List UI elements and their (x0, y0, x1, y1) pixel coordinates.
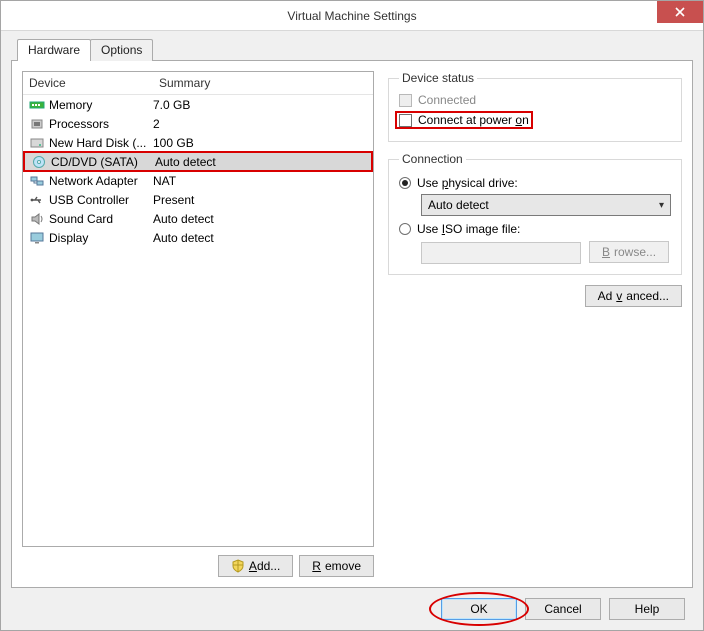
settings-window: Virtual Machine Settings Hardware Option… (0, 0, 704, 631)
remove-button[interactable]: Remove (299, 555, 374, 577)
device-row-usb[interactable]: USB Controller Present (23, 190, 373, 209)
add-label-rest: dd... (257, 559, 280, 573)
connected-label: Connected (418, 93, 476, 107)
advanced-row: Advanced... (388, 285, 682, 307)
usb-icon (29, 193, 45, 207)
dialog-body: Hardware Options Device Summary Memory 7… (1, 31, 703, 630)
device-status-legend: Device status (399, 71, 477, 85)
advanced-button[interactable]: Advanced... (585, 285, 682, 307)
device-name: New Hard Disk (... (49, 136, 153, 150)
iso-path-input (421, 242, 581, 264)
device-list-header: Device Summary (23, 72, 373, 95)
chevron-down-icon: ▾ (659, 200, 664, 211)
browse-button: Browse... (589, 241, 669, 263)
device-summary: 7.0 GB (153, 98, 369, 112)
device-summary: Auto detect (155, 155, 367, 169)
device-summary: 100 GB (153, 136, 369, 150)
device-row-cddvd[interactable]: CD/DVD (SATA) Auto detect (23, 151, 373, 172)
use-physical-label: Use physical drive: (417, 176, 518, 190)
cancel-button[interactable]: Cancel (525, 598, 601, 620)
device-row-sound[interactable]: Sound Card Auto detect (23, 209, 373, 228)
tab-hardware[interactable]: Hardware (17, 39, 91, 61)
connection-group: Connection Use physical drive: Auto dete… (388, 152, 682, 275)
display-icon (29, 231, 45, 245)
hdd-icon (29, 136, 45, 150)
device-summary: 2 (153, 117, 369, 131)
column-header-device[interactable]: Device (23, 72, 153, 94)
device-name: Sound Card (49, 212, 153, 226)
dialog-buttons: OK Cancel Help (11, 588, 693, 620)
close-button[interactable] (657, 1, 703, 23)
device-name: Processors (49, 117, 153, 131)
connect-poweron-label: Connect at power on (418, 113, 529, 127)
connect-poweron-row: Connect at power on (395, 111, 533, 129)
connected-checkbox (399, 94, 412, 107)
titlebar: Virtual Machine Settings (1, 1, 703, 31)
remove-label-rest: emove (325, 559, 361, 573)
device-row-harddisk[interactable]: New Hard Disk (... 100 GB (23, 133, 373, 152)
device-name: Memory (49, 98, 153, 112)
device-summary: Auto detect (153, 212, 369, 226)
device-summary: Present (153, 193, 369, 207)
network-icon (29, 174, 45, 188)
device-name: CD/DVD (SATA) (51, 155, 155, 169)
use-iso-radio[interactable] (399, 223, 411, 235)
cd-icon (31, 155, 47, 169)
right-column: Device status Connected Connect at power… (388, 71, 682, 577)
device-row-network[interactable]: Network Adapter NAT (23, 171, 373, 190)
window-title: Virtual Machine Settings (1, 9, 703, 23)
ok-button[interactable]: OK (441, 598, 517, 620)
column-header-summary[interactable]: Summary (153, 72, 373, 94)
cpu-icon (29, 117, 45, 131)
device-summary: Auto detect (153, 231, 369, 245)
device-summary: NAT (153, 174, 369, 188)
tab-strip: Hardware Options (17, 39, 693, 61)
use-physical-radio[interactable] (399, 177, 411, 189)
physical-drive-select[interactable]: Auto detect ▾ (421, 194, 671, 216)
tab-options[interactable]: Options (90, 39, 153, 61)
shield-icon (231, 559, 245, 573)
device-name: USB Controller (49, 193, 153, 207)
sound-icon (29, 212, 45, 226)
device-row-processors[interactable]: Processors 2 (23, 114, 373, 133)
memory-icon (29, 98, 45, 112)
help-button[interactable]: Help (609, 598, 685, 620)
device-row-memory[interactable]: Memory 7.0 GB (23, 95, 373, 114)
use-physical-row[interactable]: Use physical drive: (399, 176, 671, 190)
close-icon (675, 7, 685, 17)
device-name: Display (49, 231, 153, 245)
ok-highlight: OK (441, 598, 517, 620)
add-underline: A (249, 559, 257, 573)
connect-poweron-checkbox[interactable] (399, 114, 412, 127)
device-status-group: Device status Connected Connect at power… (388, 71, 682, 142)
device-buttons: Add... Remove (22, 555, 374, 577)
device-list: Device Summary Memory 7.0 GB Processors … (22, 71, 374, 547)
use-iso-label: Use ISO image file: (417, 222, 520, 236)
connected-row: Connected (399, 93, 671, 107)
add-button[interactable]: Add... (218, 555, 293, 577)
device-name: Network Adapter (49, 174, 153, 188)
left-column: Device Summary Memory 7.0 GB Processors … (22, 71, 374, 577)
physical-drive-value: Auto detect (428, 198, 489, 212)
hardware-panel: Device Summary Memory 7.0 GB Processors … (11, 60, 693, 588)
connection-legend: Connection (399, 152, 466, 166)
device-row-display[interactable]: Display Auto detect (23, 228, 373, 247)
use-iso-row[interactable]: Use ISO image file: (399, 222, 671, 236)
